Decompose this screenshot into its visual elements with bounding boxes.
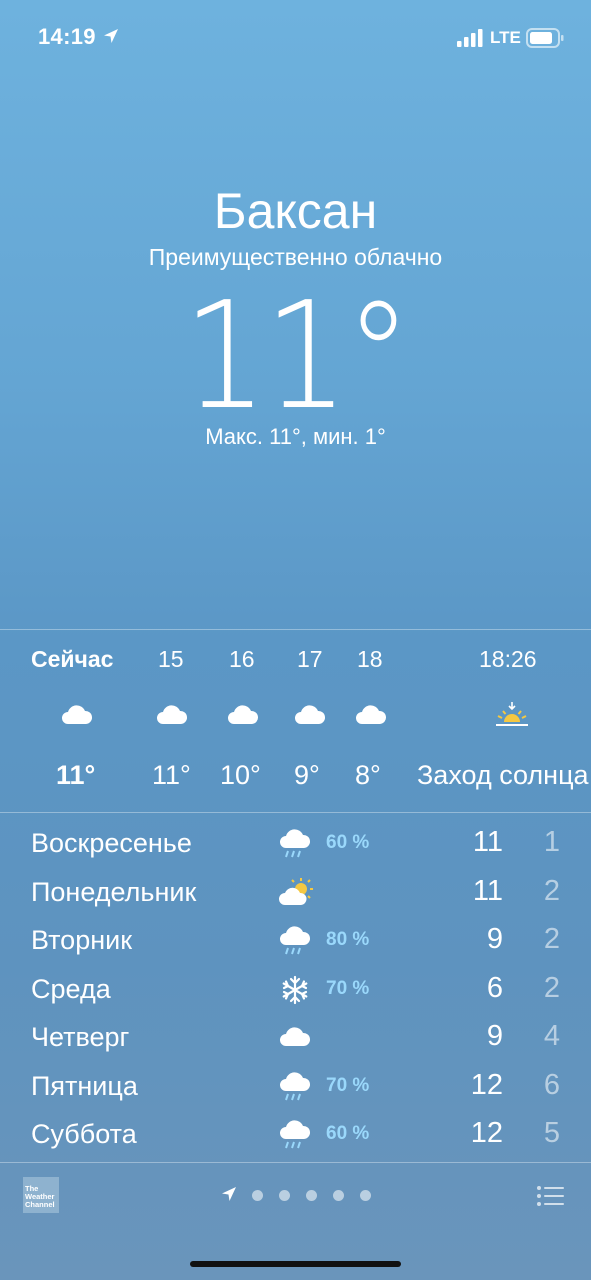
day-name: Воскресенье — [31, 828, 192, 858]
day-low: 2 — [543, 874, 560, 907]
partly-sunny-icon — [279, 877, 313, 905]
sunset-icon — [496, 702, 528, 726]
logo-text: The Weather Channel — [25, 1184, 55, 1209]
cloud-icon — [280, 1027, 311, 1046]
daily-row: Суббота 60 % 12 5 — [0, 1111, 591, 1159]
cloud-icon — [157, 705, 188, 724]
day-high: 6 — [486, 971, 503, 1004]
sunset-label: Заход солнца — [417, 760, 589, 790]
day-name: Понедельник — [31, 876, 197, 907]
page-dot[interactable] — [333, 1190, 344, 1201]
footer-toolbar: The Weather Channel — [0, 1163, 591, 1233]
list-icon[interactable] — [536, 1185, 564, 1207]
day-low: 2 — [543, 923, 560, 955]
day-name: Суббота — [31, 1119, 137, 1149]
network-type: LTE — [490, 28, 521, 47]
day-low: 2 — [543, 971, 560, 1004]
precip-chance: 60 % — [326, 1123, 370, 1144]
cloud-icon — [228, 705, 259, 724]
page-dot[interactable] — [279, 1190, 290, 1201]
hour-label: 18 — [357, 646, 383, 672]
day-low: 4 — [543, 1020, 560, 1052]
day-low: 5 — [543, 1117, 560, 1149]
weather-condition: Преимущественно облачно — [148, 244, 443, 270]
divider-middle — [0, 812, 591, 813]
day-high: 11 — [472, 826, 503, 858]
cloud-icon — [356, 705, 387, 724]
day-high: 9 — [486, 923, 503, 955]
sunset-time: 18:26 — [479, 646, 537, 672]
day-name: Пятница — [31, 1070, 138, 1101]
hour-temperature: 11° — [56, 760, 96, 790]
page-dot[interactable] — [360, 1190, 371, 1201]
hour-temperature: 8° — [355, 760, 381, 790]
day-name: Среда — [31, 973, 111, 1004]
status-bar: 14:19 LTE — [0, 0, 591, 76]
precip-chance: 70 % — [326, 977, 370, 999]
page-indicator[interactable] — [218, 1185, 378, 1205]
city-name: Баксан — [213, 183, 378, 239]
hour-label: 16 — [229, 646, 255, 672]
hourly-forecast[interactable]: Сейчас 15 16 17 18 18:26 11° 11° 10° 9° … — [0, 630, 591, 812]
cloud-icon — [295, 705, 326, 724]
cloud-rain-icon — [280, 926, 311, 955]
hour-temperature: 9° — [294, 760, 320, 790]
page-dot[interactable] — [252, 1190, 263, 1201]
location-page-icon[interactable] — [220, 1185, 238, 1203]
hour-temperature: 10° — [220, 760, 261, 790]
current-temperature: 11° — [182, 270, 412, 442]
daily-row: Вторник 80 % 9 2 — [0, 917, 591, 965]
day-high: 11 — [472, 874, 503, 907]
daily-row: Среда 70 % 6 2 — [0, 966, 591, 1014]
hour-temperature: 11° — [152, 760, 191, 790]
precip-chance: 60 % — [326, 832, 370, 853]
daily-row: Воскресенье 60 % 11 1 — [0, 820, 591, 868]
precip-chance: 80 % — [326, 929, 370, 950]
day-low: 6 — [543, 1068, 560, 1101]
day-high: 9 — [486, 1020, 503, 1052]
cloud-rain-icon — [280, 1071, 311, 1100]
day-name: Четверг — [31, 1022, 130, 1052]
high-low-temperature: Макс. 11°, мин. 1° — [205, 424, 386, 449]
snowflake-icon — [282, 975, 308, 1004]
hour-label: 17 — [297, 646, 323, 672]
cloud-icon — [62, 705, 93, 724]
day-low: 1 — [543, 826, 560, 858]
home-indicator[interactable] — [190, 1261, 401, 1267]
day-high: 12 — [470, 1068, 503, 1101]
signal-icon — [457, 29, 483, 47]
status-time: 14:19 — [38, 24, 96, 49]
battery-icon — [526, 28, 564, 48]
day-name: Вторник — [31, 925, 133, 955]
page-dot[interactable] — [306, 1190, 317, 1201]
daily-row: Пятница 70 % 12 6 — [0, 1063, 591, 1111]
cloud-rain-icon — [280, 829, 311, 858]
daily-row: Четверг 9 4 — [0, 1014, 591, 1062]
precip-chance: 70 % — [326, 1074, 370, 1096]
hour-label: 15 — [158, 646, 184, 672]
day-high: 12 — [470, 1117, 503, 1149]
hour-label: Сейчас — [31, 646, 114, 672]
cloud-rain-icon — [280, 1120, 311, 1149]
weather-channel-logo[interactable]: The Weather Channel — [23, 1177, 59, 1213]
daily-row: Понедельник 11 2 — [0, 869, 591, 917]
location-arrow-icon — [104, 29, 118, 43]
